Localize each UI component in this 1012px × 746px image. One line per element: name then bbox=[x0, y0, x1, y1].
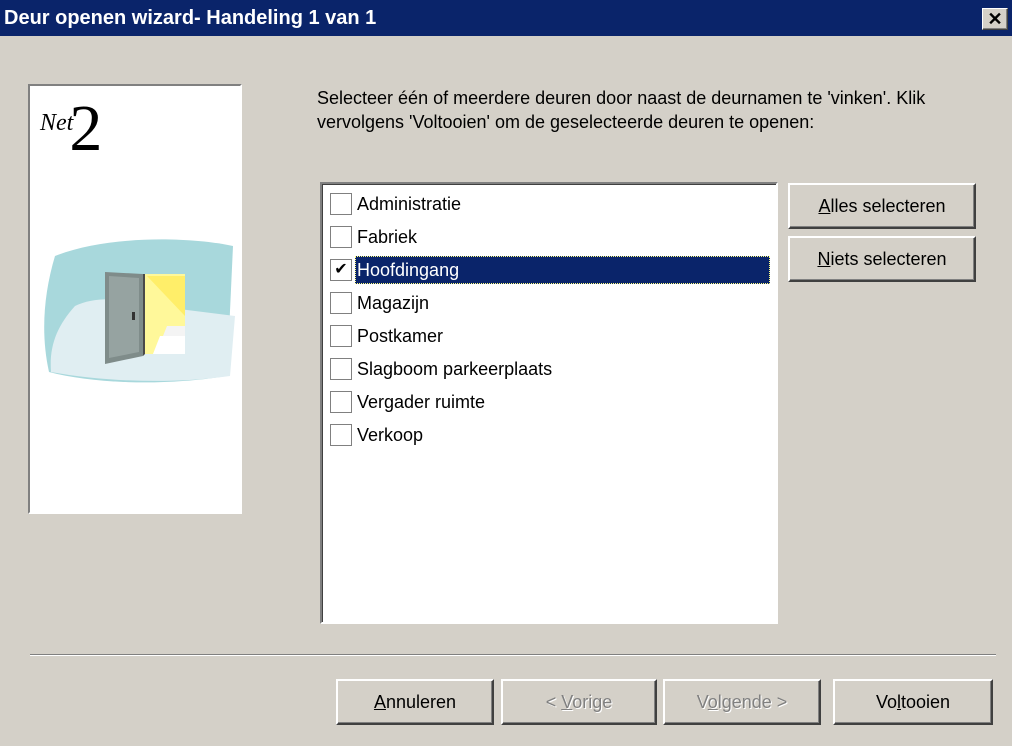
list-item[interactable]: Magazijn bbox=[330, 289, 770, 317]
cancel-label: Annuleren bbox=[373, 691, 457, 712]
list-item[interactable]: Administratie bbox=[330, 190, 770, 218]
list-item-label: Administratie bbox=[357, 194, 462, 214]
logo-number: 2 bbox=[69, 92, 103, 165]
door-listbox[interactable]: Administratie Fabriek ✔ Hoofdingang Maga… bbox=[320, 182, 778, 624]
checkbox[interactable] bbox=[330, 292, 352, 314]
previous-button[interactable]: < Vorige bbox=[501, 679, 657, 725]
checkbox[interactable] bbox=[330, 424, 352, 446]
checkbox[interactable]: ✔ bbox=[330, 259, 352, 281]
list-item-label: Fabriek bbox=[357, 227, 418, 247]
list-item-label: Magazijn bbox=[357, 293, 430, 313]
next-label: Volgende > bbox=[696, 691, 788, 712]
close-button[interactable]: ✕ bbox=[982, 8, 1008, 30]
cancel-button[interactable]: Annuleren bbox=[336, 679, 494, 725]
wizard-image-panel: Net2 bbox=[28, 84, 242, 514]
open-door-icon bbox=[44, 239, 235, 383]
window-title: Deur openen wizard- Handeling 1 van 1 bbox=[4, 7, 377, 29]
finish-button[interactable]: Voltooien bbox=[833, 679, 993, 725]
list-item[interactable]: Postkamer bbox=[330, 322, 770, 350]
next-button[interactable]: Volgende > bbox=[663, 679, 821, 725]
close-icon: ✕ bbox=[987, 9, 1003, 29]
list-item[interactable]: Verkoop bbox=[330, 421, 770, 449]
select-all-label: Alles selecteren bbox=[818, 195, 946, 216]
list-item-label: Vergader ruimte bbox=[357, 392, 486, 412]
footer-separator bbox=[30, 654, 996, 656]
select-all-button[interactable]: Alles selecteren bbox=[788, 183, 976, 229]
list-item[interactable]: Vergader ruimte bbox=[330, 388, 770, 416]
list-item-label: Hoofdingang bbox=[355, 256, 770, 284]
instructions-text: Selecteer één of meerdere deuren door na… bbox=[317, 88, 926, 132]
select-none-button[interactable]: Niets selecteren bbox=[788, 236, 976, 282]
list-item-label: Slagboom parkeerplaats bbox=[357, 359, 553, 379]
finish-label: Voltooien bbox=[875, 691, 951, 712]
list-item[interactable]: ✔ Hoofdingang bbox=[330, 256, 770, 284]
checkbox[interactable] bbox=[330, 226, 352, 248]
checkbox[interactable] bbox=[330, 193, 352, 215]
logo: Net2 bbox=[40, 96, 106, 162]
select-none-label: Niets selecteren bbox=[817, 248, 947, 269]
list-item-label: Verkoop bbox=[357, 425, 424, 445]
list-item-label: Postkamer bbox=[357, 326, 444, 346]
checkbox[interactable] bbox=[330, 391, 352, 413]
checkbox[interactable] bbox=[330, 325, 352, 347]
checkmark-icon: ✔ bbox=[334, 261, 348, 278]
title-bar: Deur openen wizard- Handeling 1 van 1 ✕ bbox=[0, 0, 1012, 36]
previous-label: < Vorige bbox=[545, 691, 613, 712]
checkbox[interactable] bbox=[330, 358, 352, 380]
list-item[interactable]: Slagboom parkeerplaats bbox=[330, 355, 770, 383]
list-item[interactable]: Fabriek bbox=[330, 223, 770, 251]
